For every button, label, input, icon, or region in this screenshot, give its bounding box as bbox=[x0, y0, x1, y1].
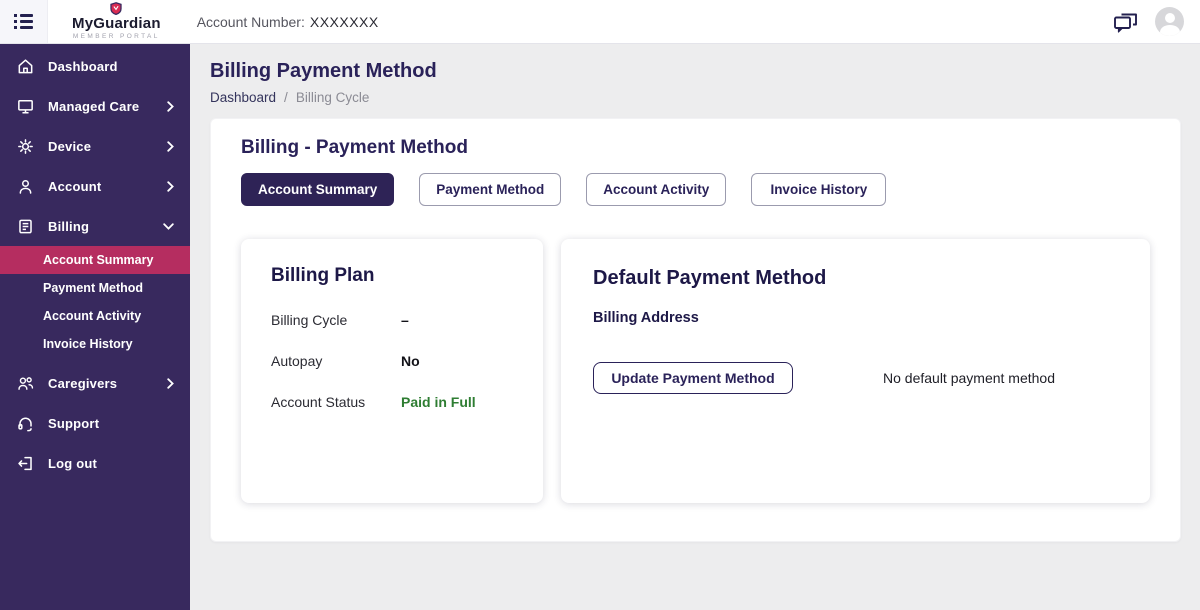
sidebar-item-billing[interactable]: Billing bbox=[0, 206, 190, 246]
menu-button[interactable] bbox=[0, 0, 48, 43]
people-icon bbox=[18, 376, 34, 390]
billing-plan-row: Billing Cycle – bbox=[271, 312, 513, 328]
sidebar-item-label: Support bbox=[48, 415, 100, 431]
breadcrumb-current: Billing Cycle bbox=[295, 90, 370, 105]
autopay-label: Autopay bbox=[271, 353, 323, 369]
sidebar-item-account[interactable]: Account bbox=[0, 166, 190, 206]
card-title: Billing - Payment Method bbox=[241, 137, 468, 158]
sidebar-item-label: Managed Care bbox=[48, 98, 140, 114]
sidebar-subitem-payment-method[interactable]: Payment Method bbox=[0, 274, 190, 302]
monitor-icon bbox=[18, 99, 33, 114]
app-header: MyGuardian MEMBER PORTAL Account Number:… bbox=[0, 0, 1200, 44]
account-number-value: XXXXXXX bbox=[309, 13, 379, 30]
headset-icon bbox=[18, 417, 32, 431]
sidebar-item-label: Device bbox=[48, 138, 92, 154]
billing-payment-card: Billing - Payment Method Account Summary… bbox=[210, 118, 1181, 542]
sidebar-item-label: Caregivers bbox=[48, 375, 118, 391]
sidebar-item-label: Account bbox=[48, 178, 102, 194]
brand-name: MyGuardian bbox=[72, 15, 161, 33]
sidebar-subitem-label: Account Activity bbox=[43, 309, 142, 323]
billing-plan-row: Account Status Paid in Full bbox=[271, 394, 513, 410]
tab-account-summary[interactable]: Account Summary bbox=[241, 173, 395, 206]
tab-payment-method[interactable]: Payment Method bbox=[419, 173, 562, 206]
sidebar-item-managed-care[interactable]: Managed Care bbox=[0, 86, 190, 126]
billing-cycle-label: Billing Cycle bbox=[271, 312, 348, 328]
chevron-right-icon bbox=[167, 377, 174, 389]
main-content: Billing Payment Method Dashboard / Billi… bbox=[190, 44, 1200, 610]
brand-logo: MyGuardian MEMBER PORTAL bbox=[72, 2, 161, 41]
billing-icon bbox=[19, 219, 32, 233]
breadcrumb-dashboard[interactable]: Dashboard bbox=[210, 90, 276, 105]
sidebar-item-caregivers[interactable]: Caregivers bbox=[0, 363, 190, 403]
sidebar-subitem-label: Account Summary bbox=[43, 253, 154, 267]
billing-plan-row: Autopay No bbox=[271, 353, 513, 369]
shield-logo-icon bbox=[110, 2, 122, 16]
logout-icon bbox=[18, 456, 32, 470]
account-status-value: Paid in Full bbox=[401, 394, 476, 410]
sidebar-subitem-label: Invoice History bbox=[43, 337, 133, 351]
user-icon bbox=[19, 179, 32, 194]
billing-plan-title: Billing Plan bbox=[271, 265, 375, 286]
billing-subnav: Account Summary Payment Method Account A… bbox=[0, 246, 190, 358]
chevron-down-icon bbox=[163, 222, 174, 230]
no-default-payment-text: No default payment method bbox=[883, 370, 1055, 386]
account-status-label: Account Status bbox=[271, 394, 366, 410]
default-payment-title: Default Payment Method bbox=[593, 267, 827, 289]
sidebar-item-label: Dashboard bbox=[48, 58, 118, 74]
billing-address-label: Billing Address bbox=[593, 310, 699, 326]
sidebar-item-logout[interactable]: Log out bbox=[0, 443, 190, 483]
home-icon bbox=[18, 58, 33, 73]
sidebar-item-support[interactable]: Support bbox=[0, 403, 190, 443]
sidebar-item-label: Log out bbox=[48, 455, 98, 471]
breadcrumb-separator: / bbox=[284, 90, 288, 105]
autopay-value: No bbox=[401, 353, 420, 369]
billing-cycle-value: – bbox=[401, 312, 409, 328]
chat-button[interactable] bbox=[1112, 10, 1139, 34]
default-payment-card: Default Payment Method Billing Address U… bbox=[561, 239, 1150, 503]
page-title: Billing Payment Method bbox=[210, 60, 437, 82]
chevron-right-icon bbox=[167, 100, 174, 112]
chevron-right-icon bbox=[167, 140, 174, 152]
gear-icon bbox=[18, 138, 33, 154]
avatar-person-icon bbox=[1164, 13, 1175, 23]
sidebar-item-label: Billing bbox=[48, 218, 90, 234]
brand-subtitle: MEMBER PORTAL bbox=[72, 33, 160, 41]
menu-list-icon bbox=[14, 14, 33, 29]
chevron-right-icon bbox=[167, 180, 174, 192]
account-number-label: Account Number: bbox=[196, 13, 305, 30]
tab-invoice-history[interactable]: Invoice History bbox=[751, 173, 887, 206]
billing-plan-card: Billing Plan Billing Cycle – Autopay No … bbox=[241, 239, 543, 503]
breadcrumb: Dashboard / Billing Cycle bbox=[210, 90, 1181, 105]
tab-account-activity[interactable]: Account Activity bbox=[586, 173, 727, 206]
sidebar: Dashboard Managed Care Device Account Bi… bbox=[0, 44, 190, 610]
tab-bar: Account Summary Payment Method Account A… bbox=[241, 173, 1150, 206]
sidebar-subitem-label: Payment Method bbox=[43, 281, 144, 295]
sidebar-subitem-account-summary[interactable]: Account Summary bbox=[0, 246, 190, 274]
sidebar-item-device[interactable]: Device bbox=[0, 126, 190, 166]
sidebar-item-dashboard[interactable]: Dashboard bbox=[0, 46, 190, 86]
avatar[interactable] bbox=[1155, 7, 1184, 36]
sidebar-subitem-account-activity[interactable]: Account Activity bbox=[0, 302, 190, 330]
account-number: Account Number: XXXXXXX bbox=[197, 14, 379, 30]
sidebar-subitem-invoice-history[interactable]: Invoice History bbox=[0, 330, 190, 358]
chat-icon bbox=[1114, 13, 1137, 33]
update-payment-method-button[interactable]: Update Payment Method bbox=[593, 362, 793, 394]
